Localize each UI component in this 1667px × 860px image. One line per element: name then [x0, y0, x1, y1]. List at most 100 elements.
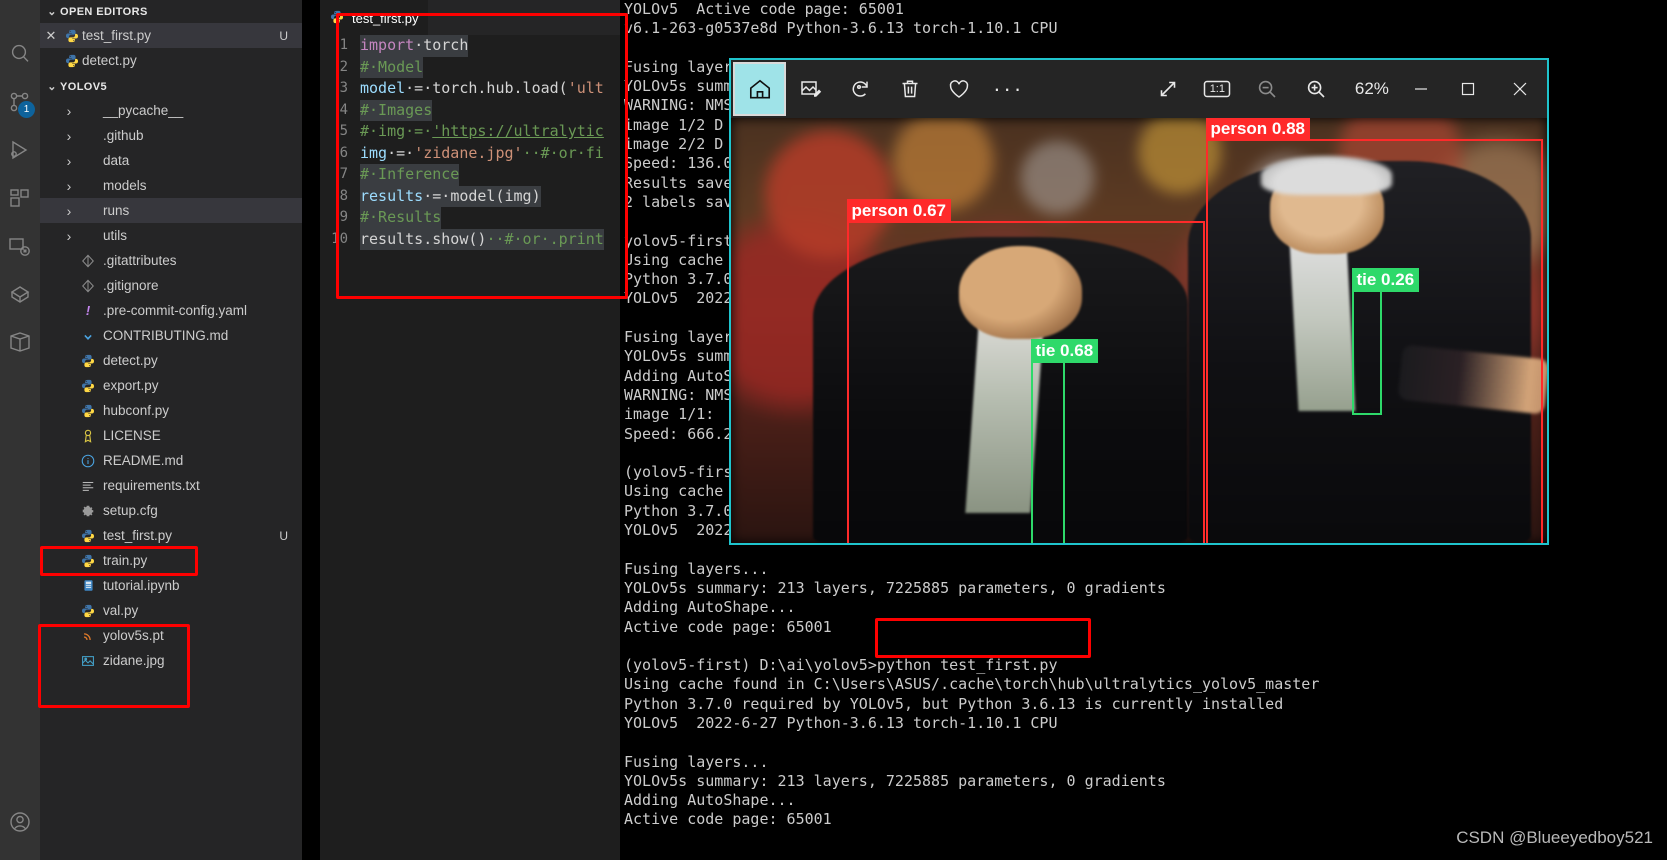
tree-item-runs[interactable]: › runs	[40, 198, 302, 223]
code-token: #·Model	[360, 57, 424, 76]
chevron-right-icon[interactable]: ›	[60, 153, 78, 169]
tree-item-readme-md[interactable]: README.md	[40, 448, 302, 473]
code-line[interactable]: 3 model·=·torch.hub.load('ult	[320, 78, 620, 100]
tree-item-license[interactable]: LICENSE	[40, 423, 302, 448]
code-line-text: #·Results	[360, 207, 442, 229]
tree-item-contributing-md[interactable]: CONTRIBUTING.md	[40, 323, 302, 348]
tree-item-setup-cfg[interactable]: setup.cfg	[40, 498, 302, 523]
code-token: ·=·	[405, 79, 433, 97]
tree-item-pre-commit-config-yaml[interactable]: ! .pre-commit-config.yaml	[40, 298, 302, 323]
code-line[interactable]: 6 img·=·'zidane.jpg'··#·or·fi	[320, 143, 620, 165]
tree-item-label: zidane.jpg	[103, 653, 165, 668]
tree-item-val-py[interactable]: val.py	[40, 598, 302, 623]
source-control-icon[interactable]: 1	[0, 78, 40, 126]
edit-image-icon[interactable]	[786, 60, 835, 118]
chevron-right-icon[interactable]: ›	[60, 178, 78, 194]
open-editor-item-detect[interactable]: detect.py	[40, 48, 302, 73]
tree-item-yolov5s-pt[interactable]: yolov5s.pt	[40, 623, 302, 648]
tree-item-github[interactable]: › .github	[40, 123, 302, 148]
tree-item-gitignore[interactable]: .gitignore	[40, 273, 302, 298]
tree-item-train-py[interactable]: train.py	[40, 548, 302, 573]
line-number: 6	[339, 144, 348, 161]
tree-item-tutorial-ipynb[interactable]: tutorial.ipynb	[40, 573, 302, 598]
testing-icon[interactable]	[0, 270, 40, 318]
tree-item-label: .github	[103, 128, 144, 143]
code-line[interactable]: 10 results.show()··#·or·.print	[320, 228, 620, 250]
chevron-right-icon[interactable]: ›	[60, 203, 78, 219]
zoom-in-icon[interactable]	[1291, 60, 1340, 118]
tree-item-test-first-py[interactable]: test_first.py U	[40, 523, 302, 548]
line-number: 8	[339, 187, 348, 204]
chevron-right-icon[interactable]: ›	[60, 128, 78, 144]
accounts-icon[interactable]	[0, 798, 40, 846]
tree-item-label: hubconf.py	[103, 403, 170, 418]
python-file-icon	[78, 529, 98, 543]
terminal-line: Active code page: 65001	[624, 617, 832, 636]
code-token: #·Inference	[360, 165, 460, 183]
tree-item-zidane-jpg[interactable]: zidane.jpg	[40, 648, 302, 673]
line-number: 7	[339, 166, 348, 182]
run-and-debug-icon[interactable]	[0, 126, 40, 174]
detection-box-tie-right: tie 0.26	[1351, 268, 1420, 415]
chevron-down-icon: ⌄	[47, 81, 57, 93]
delete-icon[interactable]	[885, 60, 934, 118]
favorite-icon[interactable]	[935, 60, 984, 118]
tab-test-first-py[interactable]: test_first.py	[320, 0, 429, 35]
code-line[interactable]: 1 import·torch	[320, 35, 620, 57]
tree-item-data[interactable]: › data	[40, 148, 302, 173]
close-button[interactable]	[1492, 60, 1547, 118]
python-file-icon	[78, 554, 98, 568]
search-icon[interactable]	[0, 30, 40, 78]
tree-item-pycache[interactable]: › __pycache__	[40, 98, 302, 123]
tree-item-label: __pycache__	[103, 103, 184, 118]
chevron-right-icon[interactable]: ›	[60, 103, 78, 119]
fit-to-window-icon[interactable]	[1143, 60, 1192, 118]
docker-icon[interactable]	[0, 318, 40, 366]
remote-explorer-icon[interactable]	[0, 222, 40, 270]
code-line[interactable]: 9 #·Results	[320, 207, 620, 229]
code-line[interactable]: 4 #·Images	[320, 99, 620, 121]
code-line[interactable]: 2 #·Model	[320, 56, 620, 78]
tree-item-label: export.py	[103, 378, 159, 393]
tree-item-label: detect.py	[103, 353, 158, 368]
zoom-out-icon[interactable]	[1242, 60, 1291, 118]
markdown-icon	[78, 329, 98, 343]
tree-item-label: .pre-commit-config.yaml	[103, 303, 248, 318]
tree-item-label: test_first.py	[103, 528, 173, 543]
info-icon	[78, 454, 98, 468]
chevron-right-icon[interactable]: ›	[60, 228, 78, 244]
maximize-button[interactable]	[1444, 60, 1492, 118]
project-header[interactable]: ⌄ YOLOV5	[40, 75, 302, 98]
open-editors-header[interactable]: ⌄ OPEN EDITORS	[40, 0, 302, 23]
line-number: 4	[339, 101, 348, 118]
tree-item-gitattributes[interactable]: .gitattributes	[40, 248, 302, 273]
tree-item-hubconf-py[interactable]: hubconf.py	[40, 398, 302, 423]
actual-size-icon[interactable]: 1:1	[1193, 60, 1242, 118]
image-viewer-canvas[interactable]: person 0.67 person 0.88 tie 0.68 tie 0.2…	[731, 118, 1547, 543]
minimize-button[interactable]	[1397, 60, 1445, 118]
terminal-line: YOLOv5 Active code page: 65001	[624, 0, 904, 18]
open-editor-item-test-first[interactable]: ✕ test_first.py U	[40, 23, 302, 48]
code-line[interactable]: 5 #·img·=·'https://ultralytic	[320, 121, 620, 143]
more-options-icon[interactable]: ···	[984, 60, 1033, 118]
tree-item-export-py[interactable]: export.py	[40, 373, 302, 398]
extensions-icon[interactable]	[0, 174, 40, 222]
tree-item-requirements-txt[interactable]: requirements.txt	[40, 473, 302, 498]
image-viewer-window: ··· 1:1 62% person 0.67 person 0.88 tie …	[729, 58, 1549, 545]
tree-item-utils[interactable]: › utils	[40, 223, 302, 248]
tree-item-detect-py[interactable]: detect.py	[40, 348, 302, 373]
tree-item-models[interactable]: › models	[40, 173, 302, 198]
close-icon[interactable]: ✕	[40, 28, 62, 44]
code-token: ·=·	[387, 143, 415, 162]
code-token: ·=·	[423, 186, 451, 205]
code-lines[interactable]: 1 import·torch 2 #·Model 3 model·=·torch.hub.…	[320, 35, 620, 860]
rotate-icon[interactable]	[836, 60, 885, 118]
code-line[interactable]: 8 results·=·model(img)	[320, 185, 620, 207]
home-icon[interactable]	[733, 62, 787, 116]
code-line[interactable]: 7 #·Inference	[320, 164, 620, 186]
actual-size-label: 1:1	[1209, 83, 1225, 95]
tree-item-label: tutorial.ipynb	[103, 578, 180, 593]
open-editor-label: test_first.py	[82, 28, 152, 43]
screenshot-root: 1 ⌄ OPEN EDITORS ✕ test_first.py U detec…	[0, 0, 1667, 860]
open-editors-title: OPEN EDITORS	[60, 5, 148, 18]
